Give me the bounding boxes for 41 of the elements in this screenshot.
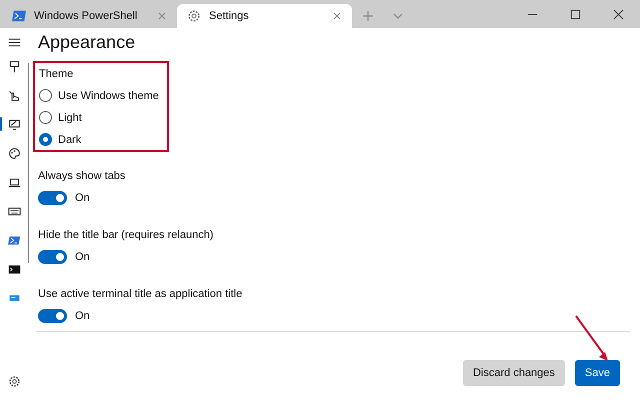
hand-icon[interactable] [8, 88, 20, 102]
option-label: Light [58, 112, 82, 124]
prompt-icon[interactable] [8, 234, 20, 246]
toggle-switch[interactable] [38, 309, 67, 323]
toggle-state: On [75, 251, 90, 263]
display-icon[interactable] [8, 118, 20, 130]
brush-icon[interactable] [8, 60, 20, 72]
palette-icon[interactable] [8, 146, 20, 160]
option-label: Dark [58, 134, 82, 146]
radio-option[interactable]: Use Windows theme [39, 89, 165, 102]
discard-button[interactable]: Discard changes [462, 360, 565, 386]
save-button[interactable]: Save [574, 360, 620, 386]
page-title: Appearance [38, 32, 136, 53]
keyboard-icon[interactable] [8, 204, 20, 218]
close-icon[interactable] [613, 9, 624, 20]
radio-option[interactable]: Light [39, 111, 165, 124]
tab-title: Windows PowerShell [34, 10, 138, 22]
radio-option[interactable]: Dark [39, 133, 165, 146]
toggle-state: On [75, 310, 90, 322]
theme-label: Theme [39, 68, 74, 80]
radio-button[interactable] [39, 133, 52, 146]
terminal-icon[interactable] [8, 262, 20, 276]
toggle-state: On [75, 192, 90, 204]
setting-label: Always show tabs [38, 170, 126, 182]
setting-label: Hide the title bar (requires relaunch) [38, 229, 214, 241]
tab[interactable]: Windows PowerShell [2, 4, 177, 28]
option-label: Use Windows theme [58, 90, 159, 102]
menu-icon[interactable] [8, 36, 20, 49]
maximize-icon[interactable] [570, 9, 581, 20]
tab-title: Settings [209, 10, 250, 22]
toggle-switch[interactable] [38, 191, 67, 205]
laptop-icon[interactable] [8, 176, 20, 188]
toggle-switch[interactable] [38, 250, 67, 264]
settings-icon[interactable] [8, 375, 20, 388]
close-icon[interactable] [332, 11, 342, 21]
setting-label: Use active terminal title as application title [38, 288, 244, 300]
prompt-icon [12, 9, 26, 23]
settings-icon [187, 9, 201, 23]
radio-button[interactable] [39, 111, 52, 124]
tab[interactable]: Settings [177, 4, 352, 28]
radio-button[interactable] [39, 89, 52, 102]
